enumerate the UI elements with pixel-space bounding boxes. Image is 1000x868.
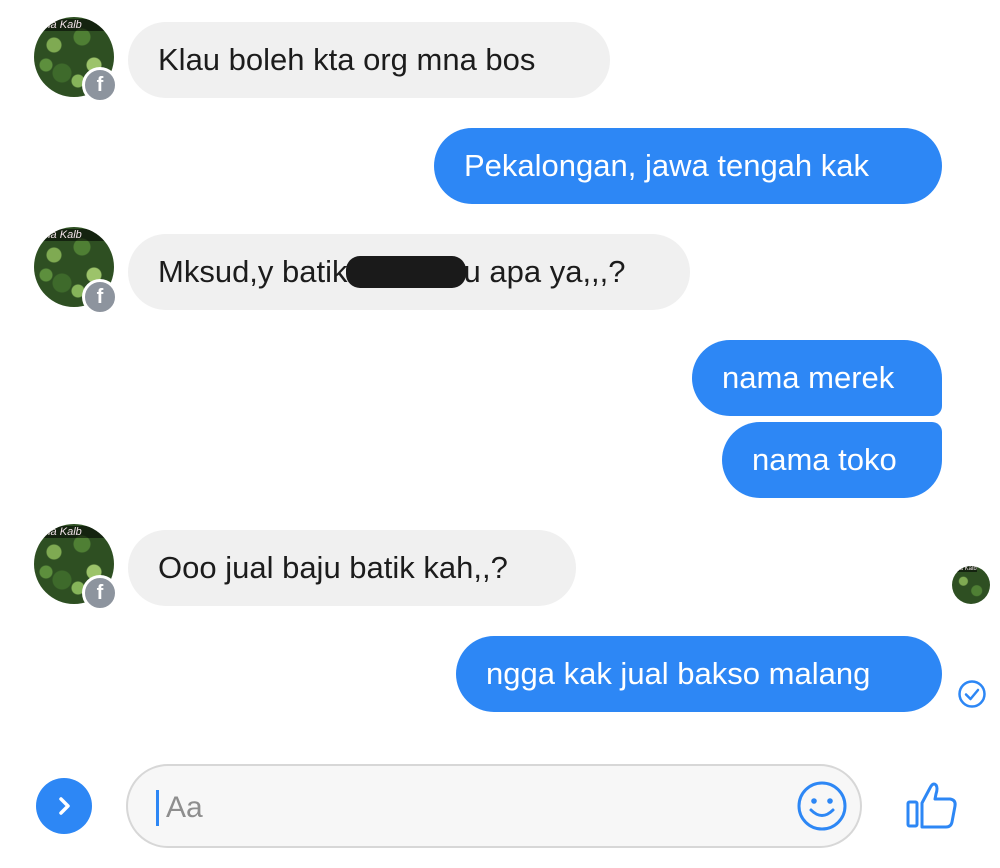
message-text-before: Mksud,y batik <box>158 254 348 289</box>
facebook-icon: f <box>82 575 118 611</box>
thumbs-up-icon[interactable] <box>904 776 960 832</box>
avatar-caption: dia Kalb <box>955 566 977 572</box>
message-incoming[interactable]: Klau boleh kta org mna bos <box>128 22 610 98</box>
message-incoming[interactable]: Mksud,y batik u apa ya,,,? <box>128 234 690 310</box>
avatar-caption: dia Kalb <box>40 19 114 31</box>
message-text: nama toko <box>752 442 897 477</box>
expand-actions-button[interactable] <box>36 778 92 834</box>
facebook-icon: f <box>82 279 118 315</box>
chevron-right-icon <box>59 797 70 815</box>
message-outgoing[interactable]: Pekalongan, jawa tengah kak <box>434 128 942 204</box>
seen-by-avatar: dia Kalb <box>952 566 990 604</box>
facebook-icon: f <box>82 67 118 103</box>
text-caret <box>156 790 159 826</box>
message-text: Klau boleh kta org mna bos <box>158 42 536 77</box>
message-text: nama merek <box>722 360 895 395</box>
redaction-mark <box>345 256 466 288</box>
check-circle-icon <box>958 680 986 708</box>
message-outgoing[interactable]: ngga kak jual bakso malang <box>456 636 942 712</box>
message-text: Ooo jual baju batik kah,,? <box>158 550 508 585</box>
message-text: ngga kak jual bakso malang <box>486 656 871 691</box>
message-text-after: u apa ya,,,? <box>463 254 626 289</box>
avatar-caption: dia Kalb <box>40 229 114 241</box>
avatar-caption: dia Kalb <box>40 526 114 538</box>
message-incoming[interactable]: Ooo jual baju batik kah,,? <box>128 530 576 606</box>
message-outgoing[interactable]: nama toko <box>722 422 942 498</box>
message-outgoing[interactable]: nama merek <box>692 340 942 416</box>
message-text: Pekalongan, jawa tengah kak <box>464 148 870 183</box>
smiley-icon[interactable] <box>796 780 848 832</box>
message-composer[interactable] <box>126 764 862 848</box>
message-input[interactable] <box>164 784 768 832</box>
